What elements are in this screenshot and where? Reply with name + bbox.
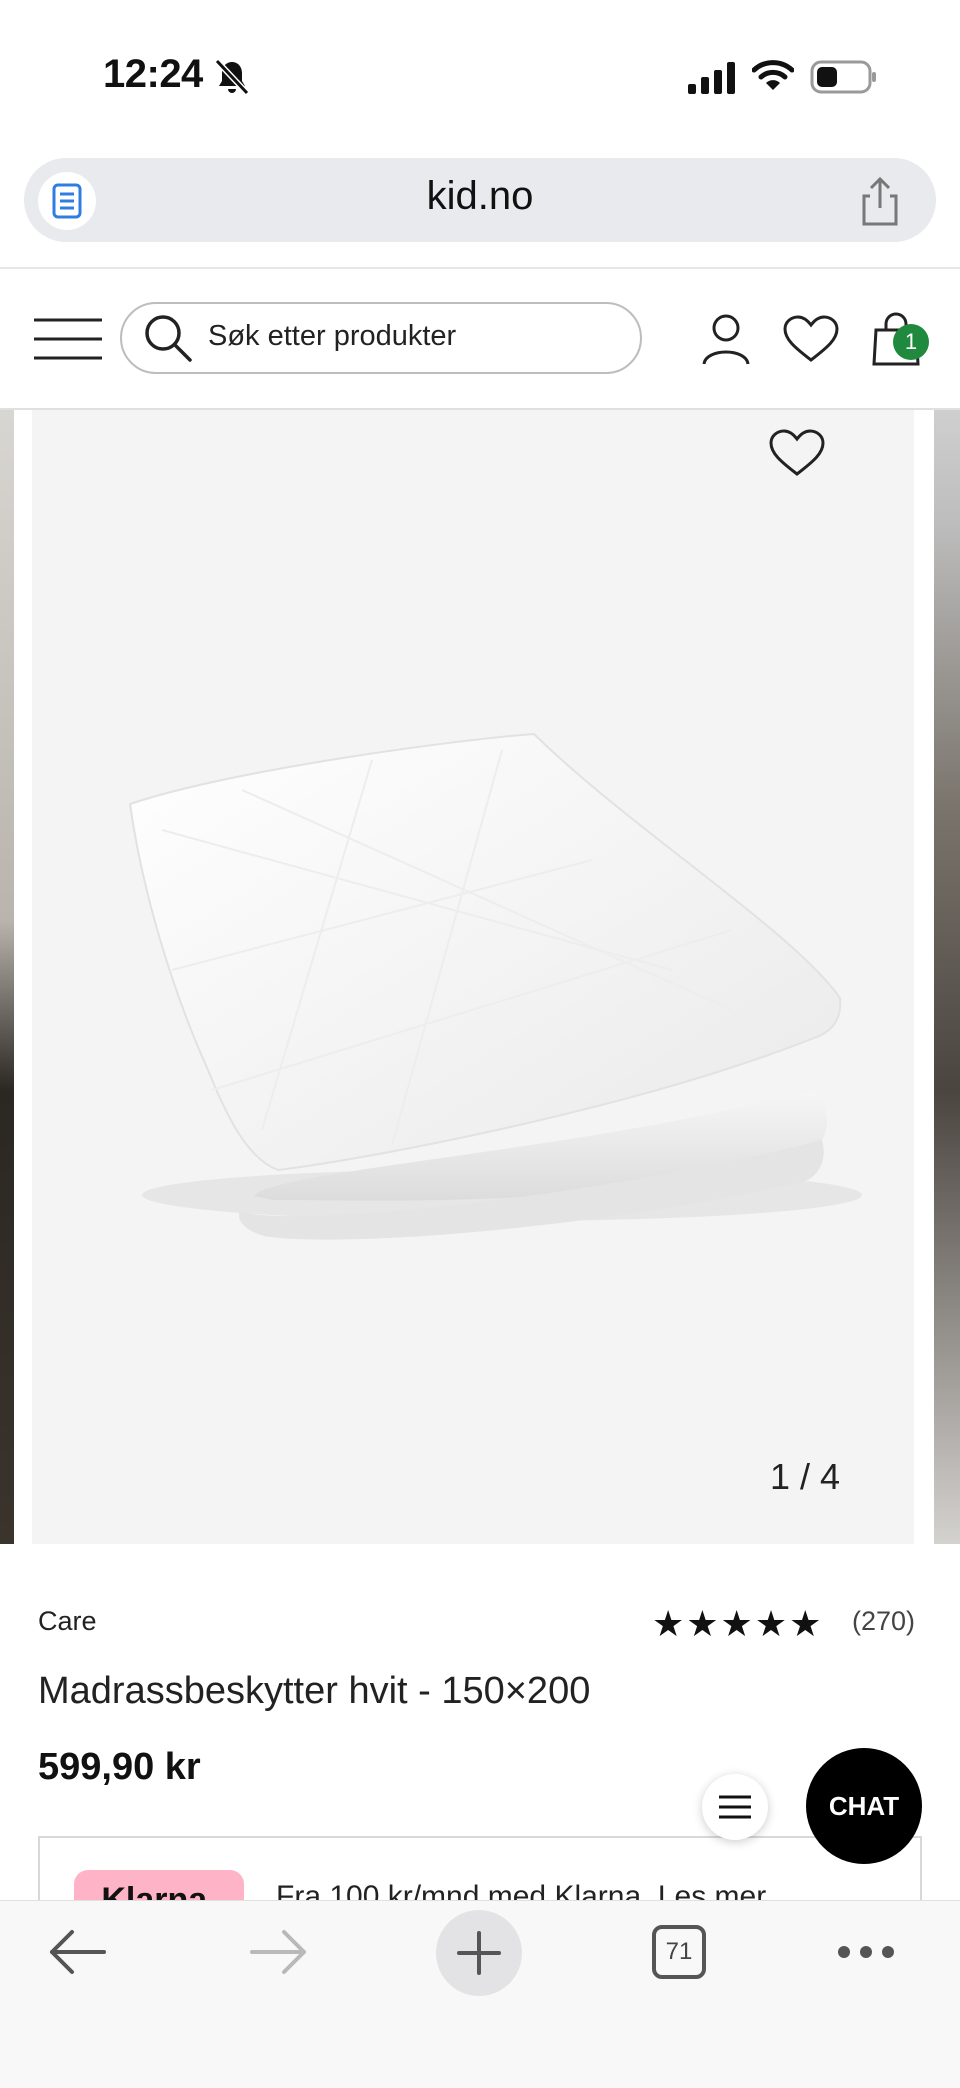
heart-icon[interactable]	[782, 314, 840, 364]
battery-icon	[810, 60, 876, 94]
signal-icon	[688, 62, 735, 94]
chat-button[interactable]: CHAT	[806, 1748, 922, 1864]
product-brand[interactable]: Care	[38, 1606, 97, 1637]
search-placeholder[interactable]: Søk etter produkter	[208, 320, 456, 353]
wifi-icon	[752, 60, 794, 90]
product-price: 599,90 kr	[38, 1746, 201, 1788]
new-tab-button[interactable]	[436, 1910, 522, 1996]
rating-count[interactable]: (270)	[852, 1606, 915, 1637]
plus-icon	[457, 1931, 501, 1975]
next-image-peek[interactable]	[934, 410, 960, 1544]
tabs-button[interactable]: 71	[652, 1925, 706, 1979]
back-arrow-icon[interactable]	[46, 1924, 108, 1980]
bell-slash-icon	[214, 58, 250, 96]
user-icon[interactable]	[700, 312, 752, 366]
image-counter: 1 / 4	[769, 1456, 840, 1497]
previous-image-peek[interactable]	[0, 410, 14, 1544]
product-title: Madrassbeskytter hvit - 150×200	[38, 1670, 591, 1712]
mattress-protector-image	[128, 732, 862, 1240]
status-time: 12:24	[103, 52, 203, 96]
search-icon	[145, 315, 192, 362]
heart-icon[interactable]	[768, 428, 826, 478]
product-image[interactable]	[32, 410, 914, 1544]
rating-stars[interactable]: ★★★★★	[652, 1603, 823, 1645]
list-icon	[719, 1795, 751, 1819]
forward-arrow-icon[interactable]	[248, 1924, 310, 1980]
list-menu-button[interactable]	[702, 1774, 768, 1840]
share-icon[interactable]	[852, 174, 908, 230]
url-text[interactable]: kid.no	[0, 174, 960, 219]
more-icon[interactable]	[836, 1938, 896, 1966]
menu-icon[interactable]	[34, 316, 102, 362]
cart-count-badge: 1	[893, 324, 929, 360]
divider	[0, 267, 960, 269]
